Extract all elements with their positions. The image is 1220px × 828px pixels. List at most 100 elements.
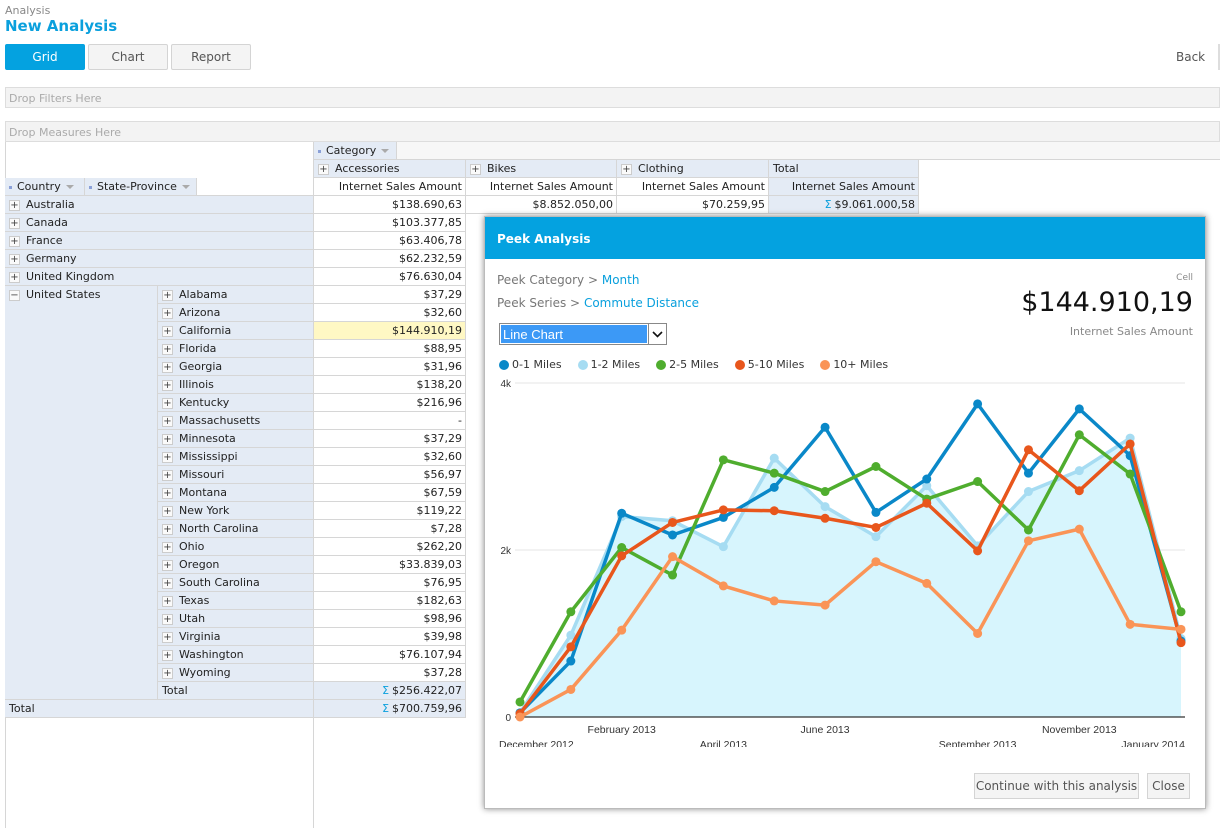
value-cell[interactable]: $76,95 [314,574,466,592]
row-header-country[interactable]: + Canada [5,214,314,232]
row-header-state[interactable]: + Oregon [158,556,314,574]
row-header-state[interactable]: + Minnesota [158,430,314,448]
value-cell[interactable]: $37,28 [314,664,466,682]
row-header-state[interactable]: + Kentucky [158,394,314,412]
row-header-country[interactable]: + Australia [5,196,314,214]
row-header-state[interactable]: + Illinois [158,376,314,394]
value-cell[interactable]: $103.377,85 [314,214,466,232]
peek-series-link[interactable]: Commute Distance [584,296,699,310]
value-cell[interactable]: $262,20 [314,538,466,556]
expand-icon[interactable]: + [162,415,173,427]
back-link[interactable]: Back [1176,50,1205,64]
row-header-country[interactable]: + Germany [5,250,314,268]
continue-analysis-button[interactable]: Continue with this analysis [974,773,1139,799]
expand-icon[interactable]: + [162,613,173,625]
row-field-state[interactable]: State-Province [85,178,197,196]
chart-type-select[interactable]: Line Chart [499,323,667,345]
column-header-accessories[interactable]: + Accessories [314,160,466,178]
expand-icon[interactable]: + [162,325,173,337]
value-cell[interactable]: $8.852.050,00 [466,196,617,214]
expand-icon[interactable]: + [162,397,173,409]
value-cell[interactable]: $216,96 [314,394,466,412]
value-cell[interactable]: $76.107,94 [314,646,466,664]
value-cell[interactable]: $37,29 [314,430,466,448]
value-cell[interactable]: $67,59 [314,484,466,502]
row-header-state[interactable]: + Ohio [158,538,314,556]
expand-icon[interactable]: + [162,307,173,319]
expand-icon[interactable]: + [9,253,20,265]
tab-grid[interactable]: Grid [5,44,85,70]
expand-icon[interactable]: + [9,271,20,283]
row-header-country[interactable]: − United States [5,286,158,700]
chevron-down-icon[interactable] [648,324,666,344]
grand-total-value[interactable]: Σ $700.759,96 [314,700,466,718]
row-header-state[interactable]: + Mississippi [158,448,314,466]
value-cell[interactable]: $98,96 [314,610,466,628]
value-cell[interactable]: $88,95 [314,340,466,358]
expand-icon[interactable]: + [162,343,173,355]
row-header-state[interactable]: + Florida [158,340,314,358]
value-cell[interactable]: $76.630,04 [314,268,466,286]
expand-icon[interactable]: + [162,469,173,481]
row-header-state[interactable]: + Montana [158,484,314,502]
expand-icon[interactable]: + [162,379,173,391]
value-cell[interactable]: - [314,412,466,430]
close-button[interactable]: Close [1147,773,1190,799]
expand-icon[interactable]: + [162,595,173,607]
column-header-bikes[interactable]: + Bikes [466,160,617,178]
peek-category-link[interactable]: Month [602,273,640,287]
collapse-icon[interactable]: − [9,289,20,301]
expand-icon[interactable]: + [162,667,173,679]
expand-icon[interactable]: + [318,163,329,175]
value-cell[interactable]: $119,22 [314,502,466,520]
subtotal-value[interactable]: Σ $256.422,07 [314,682,466,700]
row-header-country[interactable]: + France [5,232,314,250]
column-field-category[interactable]: Category [314,142,397,160]
value-cell[interactable]: $39,98 [314,628,466,646]
filters-dropzone[interactable]: Drop Filters Here [5,87,1220,108]
value-cell[interactable]: $63.406,78 [314,232,466,250]
row-header-state[interactable]: + New York [158,502,314,520]
value-cell[interactable]: $182,63 [314,592,466,610]
expand-icon[interactable]: + [162,523,173,535]
value-cell[interactable]: $37,29 [314,286,466,304]
expand-icon[interactable]: + [9,199,20,211]
row-header-country[interactable]: + United Kingdom [5,268,314,286]
row-header-state[interactable]: + South Carolina [158,574,314,592]
value-cell[interactable]: $31,96 [314,358,466,376]
expand-icon[interactable]: + [162,289,173,301]
expand-icon[interactable]: + [162,361,173,373]
row-header-state[interactable]: + Alabama [158,286,314,304]
expand-icon[interactable]: + [621,163,632,175]
row-header-state[interactable]: + Wyoming [158,664,314,682]
expand-icon[interactable]: + [162,631,173,643]
expand-icon[interactable]: + [162,649,173,661]
expand-icon[interactable]: + [162,541,173,553]
row-header-state[interactable]: + Texas [158,592,314,610]
row-header-state[interactable]: + Missouri [158,466,314,484]
row-header-state[interactable]: + Virginia [158,628,314,646]
expand-icon[interactable]: + [162,433,173,445]
row-header-state[interactable]: + North Carolina [158,520,314,538]
value-cell[interactable]: $56,97 [314,466,466,484]
column-header-clothing[interactable]: + Clothing [617,160,769,178]
expand-icon[interactable]: + [162,487,173,499]
value-cell[interactable]: $70.259,95 [617,196,769,214]
measures-dropzone[interactable]: Drop Measures Here [5,121,1220,142]
value-cell[interactable]: $32,60 [314,448,466,466]
row-header-state[interactable]: + Massachusetts [158,412,314,430]
value-cell[interactable]: $33.839,03 [314,556,466,574]
tab-report[interactable]: Report [171,44,251,70]
expand-icon[interactable]: + [9,235,20,247]
expand-icon[interactable]: + [162,505,173,517]
value-cell[interactable]: $138,20 [314,376,466,394]
value-cell[interactable]: $62.232,59 [314,250,466,268]
expand-icon[interactable]: + [162,559,173,571]
tab-chart[interactable]: Chart [88,44,168,70]
row-header-state[interactable]: + Utah [158,610,314,628]
row-header-state[interactable]: + California [158,322,314,340]
row-field-country[interactable]: Country [5,178,85,196]
value-cell-selected[interactable]: $144.910,19 [314,322,466,340]
expand-icon[interactable]: + [162,451,173,463]
expand-icon[interactable]: + [9,217,20,229]
